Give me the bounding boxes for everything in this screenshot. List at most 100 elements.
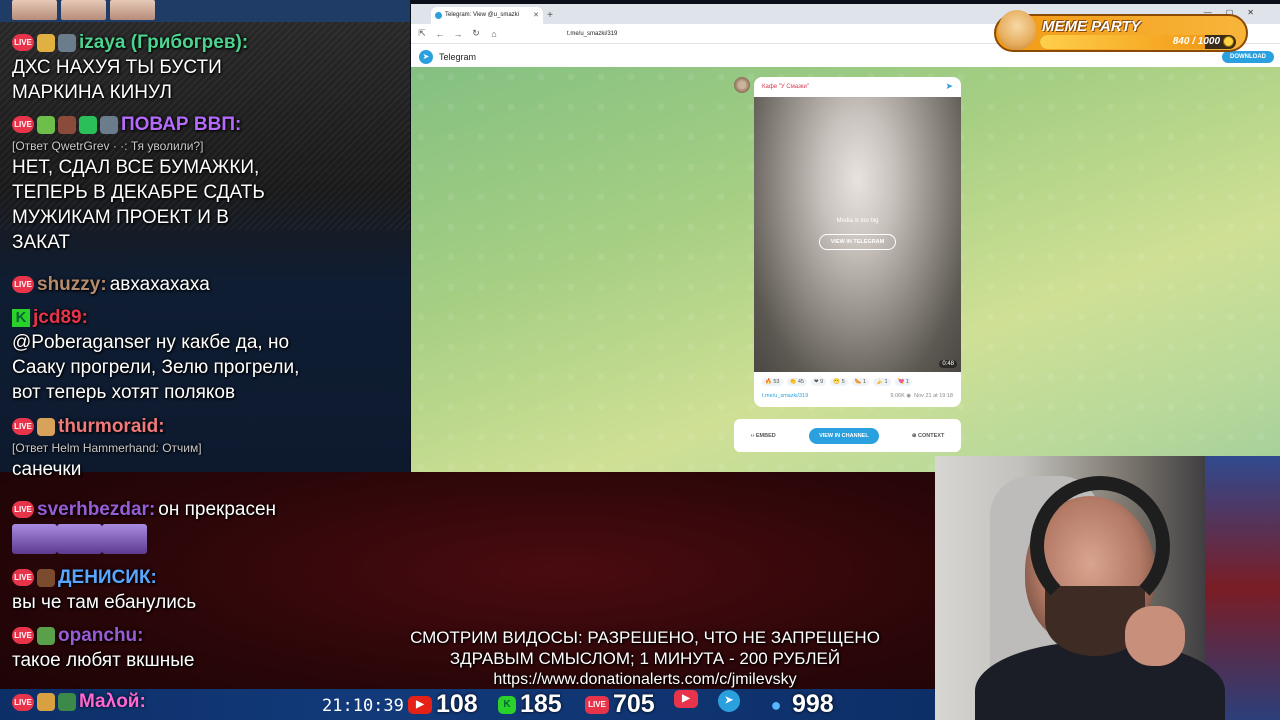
browser-tab[interactable]: Telegram: View @u_smazki ✕ xyxy=(431,7,543,24)
forward-icon[interactable]: → xyxy=(453,29,463,39)
context-label: CONTEXT xyxy=(918,432,945,439)
browser-window: Telegram: View @u_smazki ✕ + —▢✕ ⇱ ← → ↻… xyxy=(411,4,1280,472)
media-message: Media is too big xyxy=(836,218,879,224)
emote-image xyxy=(57,524,102,554)
reaction[interactable]: 💘 1 xyxy=(894,378,912,386)
badge-icon xyxy=(58,33,76,52)
clock: 21:10:39 xyxy=(322,696,404,716)
app-title: Telegram xyxy=(439,51,477,62)
context-button[interactable]: ⊕ CONTEXT xyxy=(912,433,944,439)
emote-image xyxy=(12,0,57,20)
post-date: Nov 21 at 19:18 xyxy=(914,393,953,399)
url-field[interactable]: t.me/u_smazki/319 xyxy=(567,31,617,37)
reaction[interactable]: 🍌 1 xyxy=(873,378,891,386)
badge-icon xyxy=(37,417,55,436)
meme-party-widget: MEME PARTY 840 / 1000 xyxy=(994,10,1248,52)
telegram-icon[interactable]: ➤ xyxy=(945,81,953,92)
meme-progress-bar: 840 / 1000 xyxy=(1040,35,1236,49)
emote-image xyxy=(61,0,106,20)
doge-icon xyxy=(998,10,1036,50)
chat-text: он прекрасен xyxy=(158,499,277,520)
play-icon: ▶ xyxy=(674,690,698,708)
chat-message: K jcd89: @Poberaganser ну какбе да, но С… xyxy=(12,305,407,405)
youtube-count: 108 xyxy=(436,690,478,718)
chat-nick: ДЕНИСИК: xyxy=(58,567,157,588)
live-icon: LIVE xyxy=(12,418,34,435)
emote-image xyxy=(110,0,155,20)
live-icon: LIVE xyxy=(12,34,34,51)
vk-live-viewers: LIVE 705 xyxy=(585,690,655,719)
close-icon[interactable]: ✕ xyxy=(533,7,539,24)
post-actions: ‹› EMBED VIEW IN CHANNEL ⊕ CONTEXT xyxy=(734,419,961,452)
chat-message: LIVE ДЕНИСИК: вы че там ебанулись xyxy=(12,565,407,615)
badge-icon xyxy=(37,626,55,645)
video-duration: 0:48 xyxy=(939,360,957,368)
emote-row xyxy=(12,524,407,554)
badge-icon xyxy=(58,693,76,711)
chat-message: LIVE thurmoraid: [Ответ Helm Hammerhand:… xyxy=(12,414,407,482)
stream-status-bar: LIVE Маλой: 21:10:39 ▶ 108 K 185 LIVE 70… xyxy=(0,689,935,720)
sidebar-icon[interactable]: ⇱ xyxy=(417,28,427,39)
donation-line: СМОТРИМ ВИДОСЫ: РАЗРЕШЕНО, ЧТО НЕ ЗАПРЕЩ… xyxy=(410,628,880,647)
streamer-hand xyxy=(1125,606,1185,666)
channel-name[interactable]: Кафе "У Смазки" xyxy=(762,84,809,90)
channel-avatar[interactable] xyxy=(734,77,750,93)
chat-reply: [Ответ Helm Hammerhand: Отчим] xyxy=(12,441,202,455)
globe-icon: ⊕ xyxy=(911,432,917,439)
badge-icon xyxy=(100,115,118,134)
post-link[interactable]: t.me/u_smazki/319 xyxy=(762,393,808,399)
code-icon: ‹› xyxy=(750,432,755,439)
chat-message: LIVE opanchu: такое любят вкшные xyxy=(12,623,407,673)
emote-strip xyxy=(12,0,155,20)
user-icon: ● xyxy=(770,694,782,715)
chat-nick: shuzzy: xyxy=(37,274,107,295)
total-viewers: ● 998 xyxy=(764,690,834,719)
chat-nick: opanchu: xyxy=(58,625,144,646)
chat-message: LIVE shuzzy: авхахахаха xyxy=(12,272,407,297)
eye-icon: ◉ xyxy=(906,393,912,399)
new-tab-button[interactable]: + xyxy=(543,7,557,24)
chat-text: ДХС НАХУЯ ТЫ БУСТИ МАРКИНА КИНУЛ xyxy=(12,57,222,103)
reaction[interactable]: 👏 45 xyxy=(786,378,807,386)
chat-top-strip xyxy=(0,0,410,22)
chat-reply: [Ответ QwetrGrev · ·: Тя уволили?] xyxy=(12,139,204,153)
donation-url: https://www.donationalerts.com/c/jmilevs… xyxy=(493,671,797,688)
chat-text: такое любят вкшные xyxy=(12,650,195,671)
youtube-viewers: ▶ 108 xyxy=(408,690,478,719)
live-icon: LIVE xyxy=(12,116,34,133)
telegram-indicator: ➤ xyxy=(718,690,740,712)
badge-icon xyxy=(37,115,55,134)
live-icon: LIVE xyxy=(12,501,34,518)
embed-button[interactable]: ‹› EMBED xyxy=(751,433,776,439)
partial-chat-message: LIVE Маλой: xyxy=(12,691,146,713)
reaction[interactable]: 😁 5 xyxy=(830,378,848,386)
chat-text: авхахахаха xyxy=(109,274,210,295)
reload-icon[interactable]: ↻ xyxy=(471,28,481,39)
video-preview[interactable]: Media is too big VIEW IN TELEGRAM 0:48 xyxy=(754,97,961,372)
reaction[interactable]: 🔥 53 xyxy=(762,378,783,386)
chat-text: санечки xyxy=(12,459,82,480)
rutube-indicator: ▶ xyxy=(674,690,698,708)
chat-text: @Poberaganser ну какбе да, но Сааку прог… xyxy=(12,332,300,403)
gift-icon xyxy=(79,115,97,134)
view-in-telegram-button[interactable]: VIEW IN TELEGRAM xyxy=(819,234,896,250)
telegram-icon: ➤ xyxy=(718,690,740,712)
post-header: Кафе "У Смазки" ➤ xyxy=(754,77,961,97)
telegram-icon xyxy=(435,12,442,19)
view-in-channel-button[interactable]: VIEW IN CHANNEL xyxy=(809,427,879,444)
kick-icon: K xyxy=(12,308,30,327)
kick-icon: K xyxy=(498,695,516,714)
chat-nick: thurmoraid: xyxy=(58,416,165,437)
donation-line: ЗДРАВЫМ СМЫСЛОМ; 1 МИНУТА - 200 РУБЛЕЙ xyxy=(449,649,841,668)
download-button[interactable]: DOWNLOAD xyxy=(1222,51,1274,63)
coin-icon xyxy=(1223,36,1234,47)
live-icon: LIVE xyxy=(585,695,609,714)
reaction[interactable]: ❤ 9 xyxy=(811,378,827,386)
donation-info: СМОТРИМ ВИДОСЫ: РАЗРЕШЕНО, ЧТО НЕ ЗАПРЕЩ… xyxy=(370,627,920,690)
chat-message: LIVE izaya (Грибогрев): ДХС НАХУЯ ТЫ БУС… xyxy=(12,30,407,105)
vk-live-count: 705 xyxy=(613,690,655,718)
chat-text: вы че там ебанулись xyxy=(12,592,197,613)
back-icon[interactable]: ← xyxy=(435,29,445,39)
reaction[interactable]: 🌭 1 xyxy=(851,378,870,386)
home-icon[interactable]: ⌂ xyxy=(489,29,499,39)
